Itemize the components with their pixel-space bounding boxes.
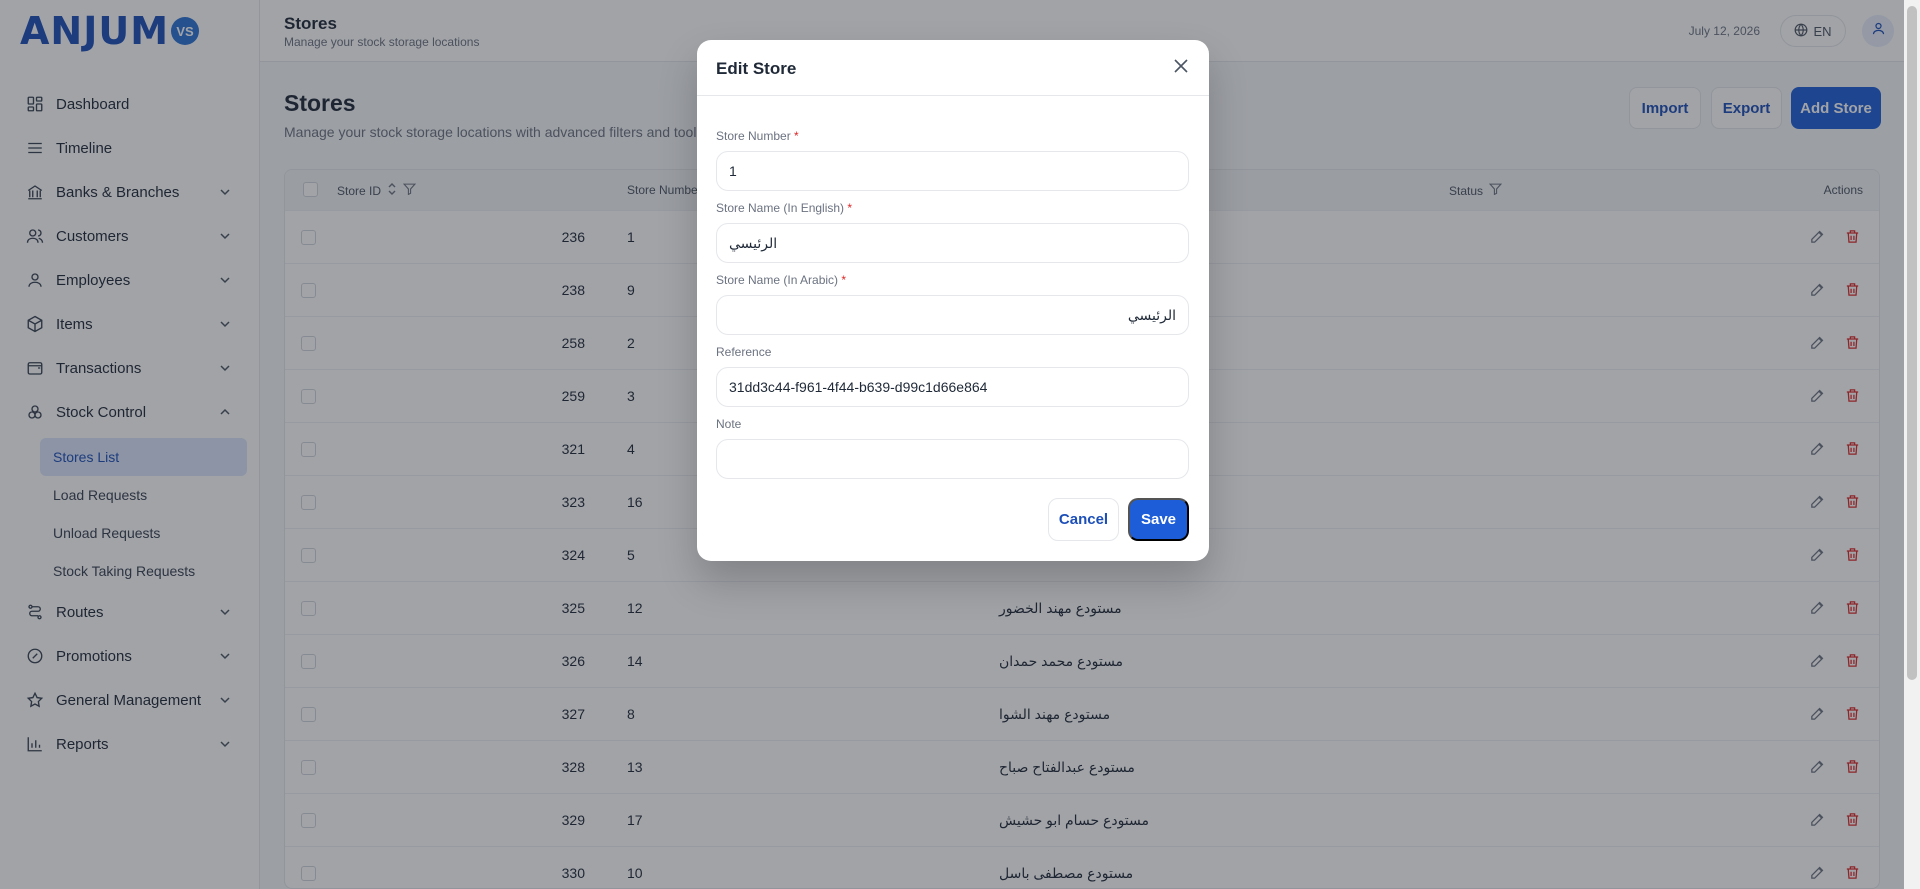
- page-scrollbar[interactable]: [1904, 0, 1920, 889]
- required-marker: *: [794, 129, 799, 143]
- store-number-label: Store Number: [716, 129, 791, 143]
- store-number-input[interactable]: 1: [716, 151, 1189, 191]
- reference-field: Reference 31dd3c44-f961-4f44-b639-d99c1d…: [716, 345, 1189, 407]
- note-field: Note: [716, 417, 1189, 479]
- reference-label: Reference: [716, 345, 772, 359]
- scroll-thumb[interactable]: [1907, 6, 1917, 680]
- name-english-field: Store Name (In English) * الرئيسي: [716, 201, 1189, 263]
- name-english-input[interactable]: الرئيسي: [716, 223, 1189, 263]
- name-arabic-field: Store Name (In Arabic) * الرئيسي: [716, 273, 1189, 335]
- close-icon[interactable]: [1173, 58, 1189, 79]
- save-button[interactable]: Save: [1128, 498, 1189, 541]
- name-arabic-label: Store Name (In Arabic): [716, 273, 839, 287]
- note-input[interactable]: [716, 439, 1189, 479]
- name-arabic-input[interactable]: الرئيسي: [716, 295, 1189, 335]
- required-marker: *: [847, 201, 853, 215]
- required-marker: *: [841, 273, 847, 287]
- note-label: Note: [716, 417, 742, 431]
- cancel-button[interactable]: Cancel: [1048, 498, 1119, 541]
- store-number-field: Store Number * 1: [716, 129, 1189, 191]
- name-english-label: Store Name (In English): [716, 201, 845, 215]
- modal-title: Edit Store: [716, 59, 797, 78]
- reference-input[interactable]: 31dd3c44-f961-4f44-b639-d99c1d66e864: [716, 367, 1189, 407]
- modal-header: Edit Store: [697, 40, 1209, 96]
- edit-store-modal: Edit Store Store Number * 1 Store Name (…: [697, 40, 1209, 561]
